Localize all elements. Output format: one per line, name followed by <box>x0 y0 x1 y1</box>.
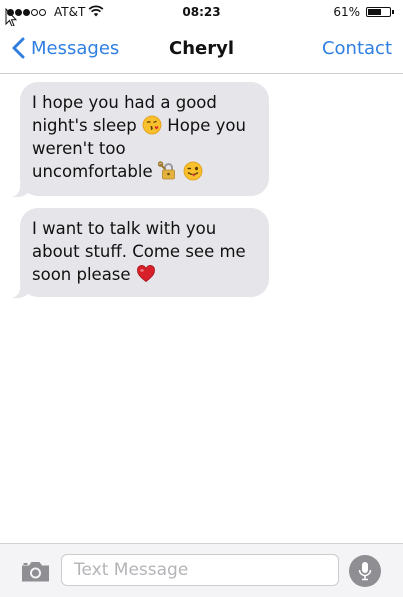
camera-button[interactable] <box>20 560 51 587</box>
message-bubble[interactable]: I hope you had a good night's sleep Hope… <box>8 82 269 197</box>
battery-icon <box>366 7 391 17</box>
bubble-tail <box>8 183 32 197</box>
microphone-button[interactable] <box>349 555 381 587</box>
kissing-face-emoji-icon <box>142 115 162 135</box>
bubble-tail <box>8 284 32 298</box>
message-bubble[interactable]: I want to talk with you about stuff. Com… <box>8 208 269 298</box>
chevron-left-icon <box>12 37 25 59</box>
camera-icon <box>22 562 49 582</box>
winking-tongue-face-emoji-icon <box>183 161 203 181</box>
navigation-bar: Messages Cheryl Contact <box>0 26 403 74</box>
battery-percent: 61% <box>333 5 360 19</box>
battery-tip <box>392 10 394 14</box>
back-button-label: Messages <box>31 37 120 59</box>
contact-button[interactable]: Contact <box>322 38 392 59</box>
message-text-input[interactable] <box>61 554 339 586</box>
message-input-bar <box>0 543 403 597</box>
message-text: I hope you had a good night's sleep Hope… <box>32 93 246 181</box>
red-heart-emoji-icon <box>136 265 155 283</box>
microphone-icon <box>358 562 372 581</box>
lock-with-key-emoji-icon <box>157 161 175 180</box>
status-bar: AT&T 08:23 61% <box>0 0 403 28</box>
back-button[interactable]: Messages <box>12 37 119 59</box>
message-text: I want to talk with you about stuff. Com… <box>32 219 246 284</box>
message-thread[interactable]: I hope you had a good night's sleep Hope… <box>0 74 403 543</box>
